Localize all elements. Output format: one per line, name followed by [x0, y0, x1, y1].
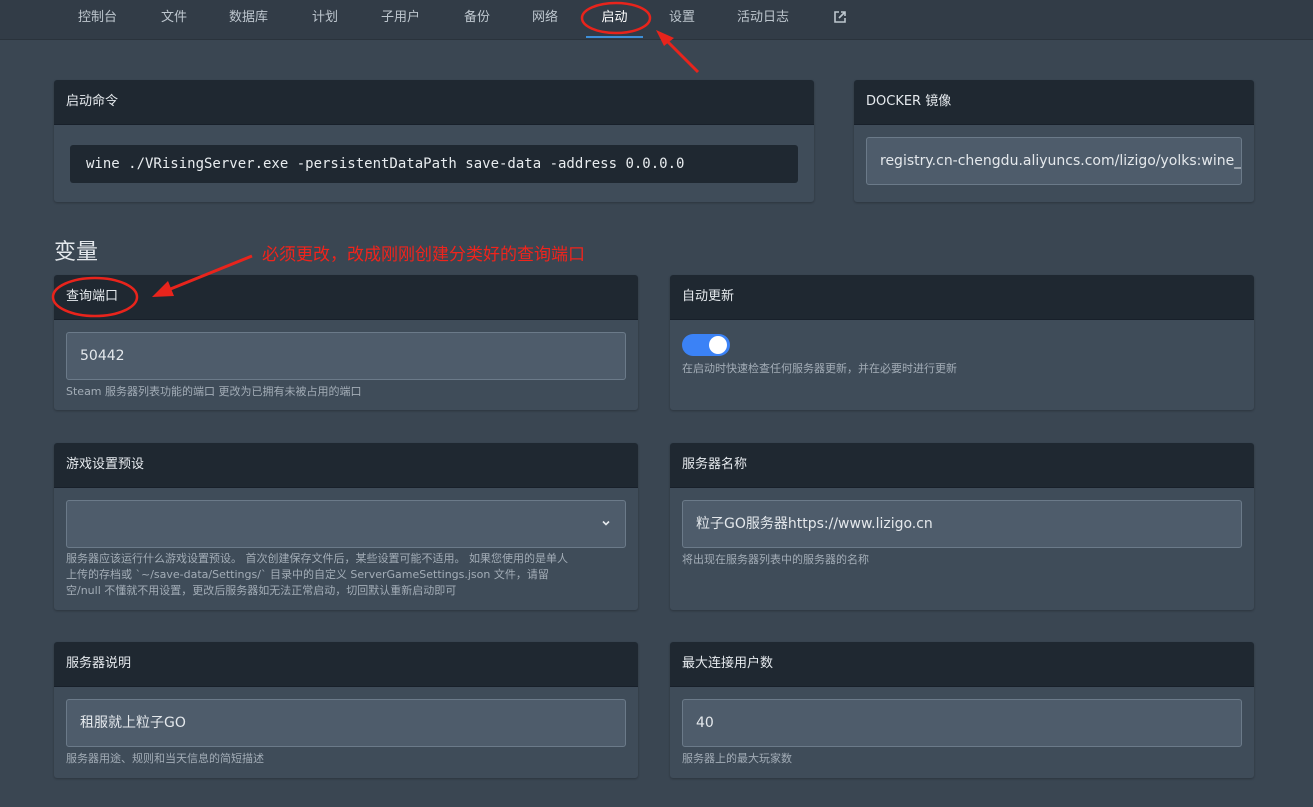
server-name-input[interactable]: 粒子GO服务器https://www.lizigo.cn	[682, 500, 1242, 548]
tab-activity[interactable]: 活动日志	[737, 0, 789, 38]
description-help: 服务器用途、规则和当天信息的简短描述	[66, 752, 264, 765]
tab-console[interactable]: 控制台	[78, 0, 117, 38]
preset-help-line: 上传的存档或 `~/save-data/Settings/` 目录中的自定义 S…	[66, 568, 549, 581]
description-label: 服务器说明	[54, 642, 638, 687]
tab-settings[interactable]: 设置	[669, 0, 695, 38]
max-users-panel: 最大连接用户数 40 服务器上的最大玩家数	[670, 642, 1254, 778]
preset-help-line: 空/null 不懂就不用设置，更改后服务器如无法正常启动，切回默认重新启动即可	[66, 584, 457, 597]
auto-update-panel: 自动更新 在启动时快速检查任何服务器更新，并在必要时进行更新	[670, 275, 1254, 410]
tab-files[interactable]: 文件	[161, 0, 187, 38]
toggle-knob	[709, 336, 727, 354]
max-users-label: 最大连接用户数	[670, 642, 1254, 687]
auto-update-toggle[interactable]	[682, 334, 730, 356]
query-port-label: 查询端口	[54, 275, 638, 320]
startup-command-text: wine ./VRisingServer.exe -persistentData…	[70, 145, 798, 183]
description-input[interactable]: 租服就上粒子GO	[66, 699, 626, 747]
auto-update-help: 在启动时快速检查任何服务器更新，并在必要时进行更新	[682, 362, 957, 375]
auto-update-label: 自动更新	[670, 275, 1254, 320]
docker-image-title: DOCKER 镜像	[854, 80, 1254, 125]
tab-users[interactable]: 子用户	[381, 0, 420, 38]
preset-help: 服务器应该运行什么游戏设置预设。 首次创建保存文件后，某些设置可能不适用。 如果…	[66, 551, 626, 599]
top-nav: 控制台 文件 数据库 计划 子用户 备份 网络 启动 设置 活动日志	[0, 0, 1313, 40]
preset-select[interactable]	[66, 500, 626, 548]
preset-label: 游戏设置预设	[54, 443, 638, 488]
server-name-help: 将出现在服务器列表中的服务器的名称	[682, 553, 869, 566]
annotation-note: 必须更改，改成刚刚创建分类好的查询端口	[262, 245, 585, 265]
docker-image-panel: DOCKER 镜像 registry.cn-chengdu.aliyuncs.c…	[854, 80, 1254, 202]
tab-schedules[interactable]: 计划	[312, 0, 338, 38]
preset-panel: 游戏设置预设 服务器应该运行什么游戏设置预设。 首次创建保存文件后，某些设置可能…	[54, 443, 638, 610]
tab-databases[interactable]: 数据库	[229, 0, 268, 38]
max-users-help: 服务器上的最大玩家数	[682, 752, 792, 765]
startup-command-panel: 启动命令 wine ./VRisingServer.exe -persisten…	[54, 80, 814, 202]
preset-help-line: 服务器应该运行什么游戏设置预设。 首次创建保存文件后，某些设置可能不适用。 如果…	[66, 552, 568, 565]
query-port-input[interactable]: 50442	[66, 332, 626, 380]
chevron-down-icon	[602, 520, 610, 526]
description-panel: 服务器说明 租服就上粒子GO 服务器用途、规则和当天信息的简短描述	[54, 642, 638, 778]
variables-title: 变量	[54, 240, 99, 265]
tab-network[interactable]: 网络	[532, 0, 558, 38]
docker-image-field[interactable]: registry.cn-chengdu.aliyuncs.com/lizigo/…	[866, 137, 1242, 185]
tab-backups[interactable]: 备份	[464, 0, 490, 38]
tab-startup[interactable]: 启动	[586, 0, 643, 38]
max-users-input[interactable]: 40	[682, 699, 1242, 747]
startup-command-title: 启动命令	[54, 80, 814, 125]
server-name-label: 服务器名称	[670, 443, 1254, 488]
external-link-icon[interactable]	[833, 10, 847, 24]
server-name-panel: 服务器名称 粒子GO服务器https://www.lizigo.cn 将出现在服…	[670, 443, 1254, 610]
query-port-panel: 查询端口 50442 Steam 服务器列表功能的端口 更改为已拥有未被占用的端…	[54, 275, 638, 410]
query-port-help: Steam 服务器列表功能的端口 更改为已拥有未被占用的端口	[66, 385, 362, 398]
